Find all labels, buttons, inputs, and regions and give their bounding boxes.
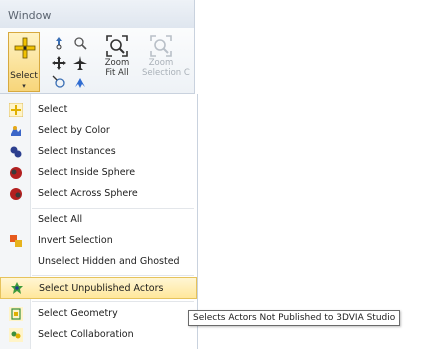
unpublished-actors-icon xyxy=(11,282,23,294)
menu-item-invert-selection[interactable]: Invert Selection xyxy=(0,231,197,251)
menu-item-label: Select Collaboration xyxy=(38,329,134,340)
fly-tool-icon[interactable] xyxy=(73,56,87,70)
instances-icon xyxy=(10,146,22,158)
zoom-fit-icon xyxy=(106,35,128,57)
menu-item-label: Select Inside Sphere xyxy=(38,167,136,178)
menu-item-select-collaboration[interactable]: Select Collaboration xyxy=(0,325,197,345)
menu-item-label: Select Geometry xyxy=(38,308,118,319)
menu-item-label: Invert Selection xyxy=(38,235,113,246)
inside-sphere-icon xyxy=(10,167,22,179)
zoom-selection-label-2: Selection C xyxy=(142,68,190,78)
menu-item-select-inside-sphere[interactable]: Select Inside Sphere xyxy=(0,163,197,183)
menu-item-select-across-sphere[interactable]: Select Across Sphere xyxy=(0,184,197,204)
menu-separator xyxy=(32,208,194,209)
menu-item-label: Select by Color xyxy=(38,125,110,136)
menu-item-label: Select Across Sphere xyxy=(38,188,138,199)
ribbon-toolbar: Select ▾ Zoom Fit All Zoom Selection C xyxy=(0,28,195,94)
transform-tool-icon[interactable] xyxy=(52,36,66,50)
zoom-fit-all-button[interactable]: Zoom Fit All xyxy=(98,34,136,90)
menu-item-label: Unselect Hidden and Ghosted xyxy=(38,256,180,267)
ribbon-tab-bar: Window xyxy=(0,0,195,28)
zoom-fit-all-label-2: Fit All xyxy=(105,68,129,78)
zoom-selection-button[interactable]: Zoom Selection C xyxy=(142,34,190,90)
menu-item-select[interactable]: Select xyxy=(0,100,197,120)
menu-item-label: Select Unpublished Actors xyxy=(39,283,164,294)
zoom-selection-icon xyxy=(150,35,172,57)
zoom-selection-label-1: Zoom xyxy=(148,58,174,68)
select-dropdown-menu: Select Select by Color Select Instances … xyxy=(0,94,198,349)
invert-selection-icon xyxy=(10,235,22,247)
zoom-tool-icon[interactable] xyxy=(73,36,87,50)
select-cross-icon xyxy=(9,103,23,117)
zoom-fit-all-label-1: Zoom xyxy=(104,58,130,68)
zoom-region-icon[interactable] xyxy=(52,75,66,89)
tooltip: Selects Actors Not Published to 3DVIA St… xyxy=(188,310,401,326)
menu-separator xyxy=(32,301,194,302)
geometry-icon xyxy=(9,307,23,321)
chevron-down-icon[interactable]: ▾ xyxy=(9,82,39,90)
menu-item-select-all[interactable]: Select All xyxy=(0,210,197,230)
menu-item-select-unpublished-actors[interactable]: Select Unpublished Actors xyxy=(0,277,197,299)
select-split-button[interactable]: Select ▾ xyxy=(8,32,40,92)
menu-item-unselect-hidden-ghosted[interactable]: Unselect Hidden and Ghosted xyxy=(0,252,197,272)
menu-item-label: Select Instances xyxy=(38,146,116,157)
move-tool-icon[interactable] xyxy=(52,56,66,70)
menu-item-label: Select xyxy=(38,104,68,115)
across-sphere-icon xyxy=(10,188,22,200)
menu-item-select-by-color[interactable]: Select by Color xyxy=(0,121,197,141)
menu-item-select-geometry[interactable]: Select Geometry xyxy=(0,304,197,324)
collaboration-icon xyxy=(9,328,23,342)
menu-separator xyxy=(32,275,194,276)
menu-item-label: Select All xyxy=(38,214,83,225)
walk-tool-icon[interactable] xyxy=(73,75,87,89)
color-select-icon xyxy=(11,126,21,136)
select-cross-icon xyxy=(14,37,36,59)
select-button-label: Select xyxy=(10,71,38,81)
menu-item-select-instances[interactable]: Select Instances xyxy=(0,142,197,162)
tab-window[interactable]: Window xyxy=(8,9,51,22)
